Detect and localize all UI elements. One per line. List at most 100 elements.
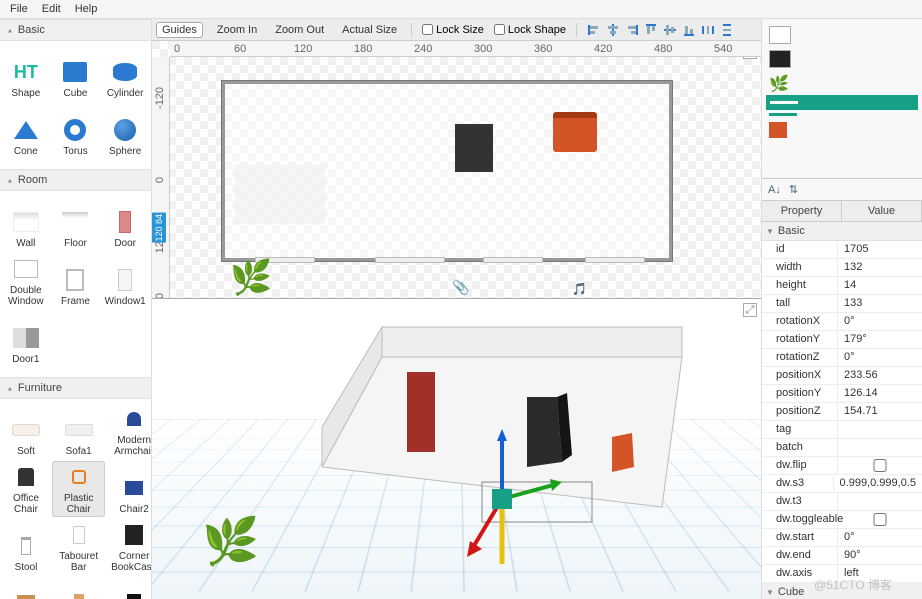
prop-row-height[interactable]: height14: [762, 277, 922, 295]
palette-item-window1[interactable]: Window1: [101, 253, 149, 309]
prop-row-batch[interactable]: batch: [762, 439, 922, 457]
lock-shape-check[interactable]: Lock Shape: [494, 24, 566, 36]
palette-item-bookcase2[interactable]: Bookcase2: [52, 577, 105, 599]
align-left-icon[interactable]: [587, 23, 601, 37]
palette-item-cylinder[interactable]: Cylinder: [101, 45, 149, 101]
palette-item-sofa1[interactable]: Sofa1: [52, 403, 105, 459]
palette-item-plastic-chair[interactable]: Plastic Chair: [52, 461, 105, 517]
2d-view[interactable]: 060120180240300360420480540600 -12001202…: [152, 41, 761, 299]
palette-item-tabouret-bar[interactable]: Tabouret Bar: [52, 519, 105, 575]
layer-item[interactable]: 🌿: [766, 71, 918, 95]
3d-view[interactable]: ⤢ 🌿: [152, 299, 761, 599]
align-top-icon[interactable]: [644, 23, 658, 37]
palette-item-corner-bookcase[interactable]: Corner BookCase: [107, 519, 152, 575]
palette-item-soft[interactable]: Soft: [2, 403, 50, 459]
prop-header-key: Property: [762, 201, 842, 221]
palette-item-torus[interactable]: Torus: [52, 103, 100, 159]
menu-edit[interactable]: Edit: [42, 3, 61, 15]
prop-group-header[interactable]: Cube: [762, 583, 922, 599]
lock-size-check[interactable]: Lock Size: [422, 24, 484, 36]
prop-row-dw-s3[interactable]: dw.s30.999,0.999,0.5: [762, 475, 922, 493]
plant-object-3d[interactable]: 🌿: [202, 514, 259, 569]
prop-row-dw-axis[interactable]: dw.axisleft: [762, 565, 922, 583]
palette-item-double-window[interactable]: Double Window: [2, 253, 50, 309]
palette-item-sphere[interactable]: Sphere: [101, 103, 149, 159]
prop-row-rotationX[interactable]: rotationX0°: [762, 313, 922, 331]
align-center-v-icon[interactable]: [663, 23, 677, 37]
palette-item-cube[interactable]: Cube: [52, 45, 100, 101]
palette-item-door[interactable]: Door: [101, 195, 149, 251]
layer-item[interactable]: [766, 119, 918, 141]
window-object-2d[interactable]: [375, 257, 445, 263]
prop-row-positionY[interactable]: positionY126.14: [762, 385, 922, 403]
distribute-h-icon[interactable]: [701, 23, 715, 37]
prop-row-dw-end[interactable]: dw.end90°: [762, 547, 922, 565]
actual-size-button[interactable]: Actual Size: [338, 22, 401, 38]
prop-row-dw-toggleable[interactable]: dw.toggleable: [762, 511, 922, 529]
palette-item-frame[interactable]: Frame: [52, 253, 100, 309]
sort-asc-icon[interactable]: A↓: [768, 184, 781, 196]
attachment-icon[interactable]: 📎: [452, 279, 469, 296]
prop-row-width[interactable]: width132: [762, 259, 922, 277]
layer-item[interactable]: [766, 95, 918, 110]
palette-group-header[interactable]: Furniture: [0, 377, 151, 399]
view-toolbar: Guides Zoom In Zoom Out Actual Size Lock…: [152, 19, 761, 41]
expand-3d-icon[interactable]: ⤢: [743, 303, 757, 317]
cabinet-object-2d[interactable]: [455, 124, 493, 172]
palette-item-office-chair[interactable]: Office Chair: [2, 461, 50, 517]
align-center-h-icon[interactable]: [606, 23, 620, 37]
palette-item-cone[interactable]: Cone: [2, 103, 50, 159]
palette-item-modern-armchair[interactable]: Modern Armchair: [107, 403, 152, 459]
zoom-in-button[interactable]: Zoom In: [213, 22, 261, 38]
menu-file[interactable]: File: [10, 3, 28, 15]
palette-group-header[interactable]: Basic: [0, 19, 151, 41]
layer-item[interactable]: [766, 110, 918, 119]
palette-item-bookcase[interactable]: Bookcase: [2, 577, 50, 599]
audio-icon[interactable]: 🎵: [572, 282, 587, 296]
plant-object-2d[interactable]: 🌿: [230, 258, 272, 298]
palette-item-shape[interactable]: HTShape: [2, 45, 50, 101]
bed-object-2d[interactable]: [553, 112, 597, 152]
prop-row-dw-flip[interactable]: dw.flip: [762, 457, 922, 475]
prop-row-dw-start[interactable]: dw.start0°: [762, 529, 922, 547]
zoom-out-button[interactable]: Zoom Out: [271, 22, 328, 38]
align-bottom-icon[interactable]: [682, 23, 696, 37]
palette-item-label: Soft: [17, 446, 35, 457]
palette-item-label: Double Window: [4, 285, 48, 307]
room-2d[interactable]: [222, 81, 672, 261]
floor-object-2d[interactable]: [235, 164, 325, 224]
palette-item-label: Wall: [16, 238, 35, 249]
palette-item-chair2[interactable]: Chair2: [107, 461, 152, 517]
palette-group-header[interactable]: Room: [0, 169, 151, 191]
palette-item-floor[interactable]: Floor: [52, 195, 100, 251]
prop-row-tag[interactable]: tag: [762, 421, 922, 439]
layer-item[interactable]: [766, 47, 918, 71]
palette-item-door1[interactable]: Door1: [2, 311, 50, 367]
palette-item-wall[interactable]: Wall: [2, 195, 50, 251]
distribute-v-icon[interactable]: [720, 23, 734, 37]
prop-row-rotationY[interactable]: rotationY179°: [762, 331, 922, 349]
prop-row-positionX[interactable]: positionX233.56: [762, 367, 922, 385]
guides-button[interactable]: Guides: [156, 22, 203, 38]
palette-item-label: Cone: [14, 146, 38, 157]
window-object-2d[interactable]: [483, 257, 543, 263]
align-right-icon[interactable]: [625, 23, 639, 37]
palette-item-bookcase3[interactable]: Bookcase3: [107, 577, 152, 599]
prop-row-tall[interactable]: tall133: [762, 295, 922, 313]
window-object-2d[interactable]: [585, 257, 645, 263]
align-tools: [587, 23, 734, 37]
transform-gizmo[interactable]: [442, 429, 562, 569]
prop-row-positionZ[interactable]: positionZ154.71: [762, 403, 922, 421]
menu-help[interactable]: Help: [75, 3, 98, 15]
sort-desc-icon[interactable]: ⇅: [789, 183, 798, 196]
palette-item-stool[interactable]: Stool: [2, 519, 50, 575]
prop-group-header[interactable]: Basic: [762, 222, 922, 241]
palette-item-label: Office Chair: [4, 493, 48, 515]
prop-header-value: Value: [842, 201, 922, 221]
prop-row-id[interactable]: id1705: [762, 241, 922, 259]
palette-item-label: Torus: [63, 146, 87, 157]
prop-row-rotationZ[interactable]: rotationZ0°: [762, 349, 922, 367]
palette-item-label: Sphere: [109, 146, 141, 157]
prop-row-dw-t3[interactable]: dw.t3: [762, 493, 922, 511]
layer-item[interactable]: [766, 23, 918, 47]
